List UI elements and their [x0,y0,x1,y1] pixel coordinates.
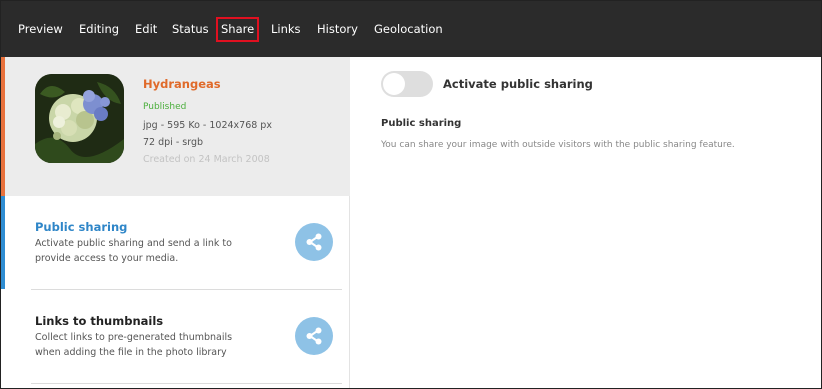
media-card[interactable]: Hydrangeas Published jpg - 595 Ko - 1024… [1,57,350,196]
left-panel: Hydrangeas Published jpg - 595 Ko - 1024… [1,57,350,388]
section-desc: Activate public sharing and send a link … [35,238,232,249]
tab-editing[interactable]: Editing [79,17,119,42]
media-meta-resolution: 72 dpi - srgb [143,137,204,148]
public-sharing-description: You can share your image with outside vi… [381,140,735,150]
toggle-knob [383,73,405,95]
tab-share[interactable]: Share [216,17,260,42]
divider [31,383,342,384]
tab-links[interactable]: Links [271,17,301,42]
section-desc: when adding the file in the photo librar… [35,347,227,358]
toggle-label: Activate public sharing [443,77,593,91]
section-title: Links to thumbnails [35,314,164,328]
section-public-sharing[interactable]: Public sharing Activate public sharing a… [1,196,350,289]
share-icon[interactable] [295,317,333,355]
share-icon[interactable] [295,223,333,261]
sharing-panel: Activate public sharing Public sharing Y… [351,57,821,388]
media-created-date: Created on 24 March 2008 [143,154,270,165]
public-sharing-toggle[interactable] [381,71,433,97]
section-desc: provide access to your media. [35,253,179,264]
tab-geolocation[interactable]: Geolocation [374,17,443,42]
media-meta-format: jpg - 595 Ko - 1024x768 px [143,120,272,131]
media-title[interactable]: Hydrangeas [143,77,221,91]
tab-history[interactable]: History [317,17,358,42]
status-badge: Published [143,102,187,112]
top-nav: Preview Editing Edit Status Share Links … [1,1,821,57]
section-title: Public sharing [35,220,128,234]
public-sharing-heading: Public sharing [381,118,462,129]
tab-status[interactable]: Status [172,17,209,42]
hydrangea-photo-icon[interactable] [35,74,124,163]
section-desc: Collect links to pre-generated thumbnail… [35,332,233,343]
tab-edit[interactable]: Edit [135,17,157,42]
tab-preview[interactable]: Preview [18,17,63,42]
section-links-to-thumbnails[interactable]: Links to thumbnails Collect links to pre… [1,290,350,383]
